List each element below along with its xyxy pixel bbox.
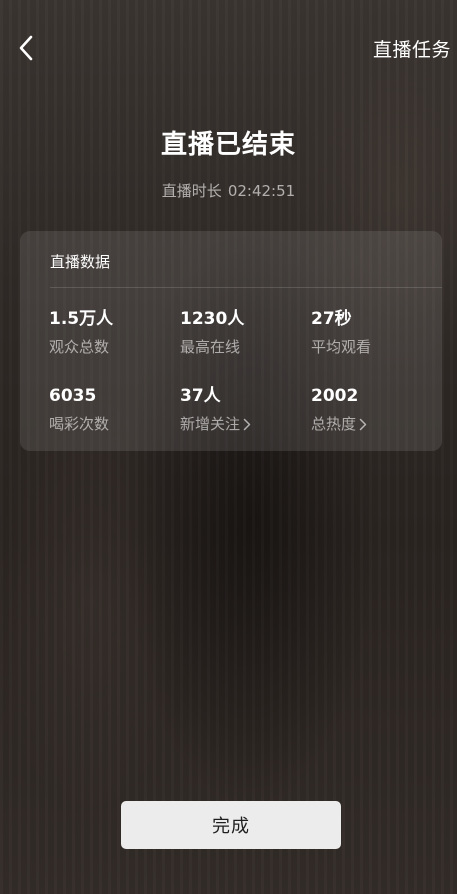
stat-label: 新增关注 xyxy=(180,415,241,433)
back-button[interactable] xyxy=(12,32,40,64)
stat-value: 1230人 xyxy=(180,309,245,329)
stat-total-heat[interactable]: 2002 总热度 xyxy=(311,386,436,433)
stats-card-title: 直播数据 xyxy=(50,253,111,271)
stat-label: 平均观看 xyxy=(311,338,372,356)
stat-value: 37人 xyxy=(180,386,221,406)
live-tasks-link[interactable]: 直播任务 xyxy=(373,35,451,62)
stat-value: 27秒 xyxy=(311,309,352,329)
chevron-right-icon xyxy=(359,418,367,430)
live-duration: 直播时长 02:42:51 xyxy=(0,180,457,201)
stat-label: 喝彩次数 xyxy=(49,415,110,433)
stats-card-divider xyxy=(50,287,442,288)
chevron-left-icon xyxy=(19,35,33,61)
stat-average-watch: 27秒 平均观看 xyxy=(311,309,436,356)
stat-value: 6035 xyxy=(49,386,97,406)
stat-label: 最高在线 xyxy=(180,338,241,356)
stat-total-viewers: 1.5万人 观众总数 xyxy=(49,309,174,356)
live-stats-card: 直播数据 1.5万人 观众总数 1230人 最高在线 27秒 平均观看 6035… xyxy=(20,231,442,451)
chevron-right-icon xyxy=(243,418,251,430)
stat-cheers: 6035 喝彩次数 xyxy=(49,386,174,433)
page-title: 直播已结束 xyxy=(160,130,296,160)
stat-peak-online: 1230人 最高在线 xyxy=(180,309,305,356)
duration-label: 直播时长 xyxy=(161,182,222,200)
stat-value: 2002 xyxy=(311,386,359,406)
stat-value: 1.5万人 xyxy=(49,309,114,329)
stat-label: 总热度 xyxy=(311,415,357,433)
stat-new-followers[interactable]: 37人 新增关注 xyxy=(180,386,305,433)
duration-value: 02:42:51 xyxy=(227,182,296,200)
stat-label: 观众总数 xyxy=(49,338,110,356)
done-button[interactable]: 完成 xyxy=(121,801,341,849)
